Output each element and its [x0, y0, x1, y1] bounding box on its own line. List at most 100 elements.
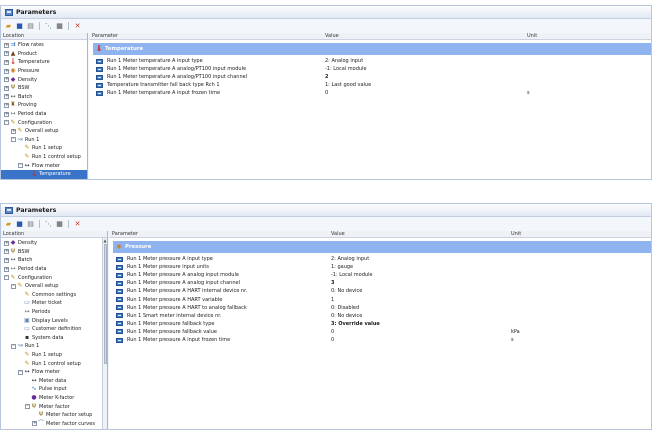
tree-item[interactable]: ▪ System data — [1, 334, 107, 343]
parameter-value[interactable]: 3: Override value — [331, 321, 380, 327]
table-row[interactable]: Run 1 Meter pressure A HART internal dev… — [109, 287, 651, 295]
tree-item[interactable]: + ◆ Density — [1, 75, 87, 84]
table-row[interactable]: Run 1 Meter pressure fallback value 0 kPa — [109, 328, 651, 336]
tree-item[interactable]: + ⇉ Flow rates — [1, 41, 87, 50]
parameter-value[interactable]: 0: Disabled — [331, 305, 359, 311]
expand-icon[interactable]: + — [4, 257, 9, 263]
tree-item[interactable]: – ↔ Flow meter — [1, 161, 87, 170]
tree-item[interactable]: Ψ Meter factor setup — [1, 411, 107, 420]
tree-item[interactable]: + ◉ Pressure — [1, 67, 87, 76]
parameter-value[interactable]: 1: gauge — [331, 264, 353, 270]
tree-item[interactable]: – ✎ Overall setup — [1, 282, 107, 291]
tree-scrollbar[interactable]: ▲ — [102, 238, 107, 429]
collapse-icon[interactable]: – — [18, 163, 23, 169]
tree-item[interactable]: ∿ Pulse input — [1, 385, 107, 394]
table-row[interactable]: Run 1 Smart meter internal device nr. 0: … — [109, 312, 651, 320]
column-header-value[interactable]: Value — [325, 33, 339, 40]
expand-icon[interactable]: + — [4, 68, 9, 74]
parameter-value[interactable]: 0 — [325, 90, 328, 96]
expand-icon[interactable]: + — [4, 77, 9, 83]
tree-item[interactable]: ✎ Run 1 control setup — [1, 153, 87, 162]
table-row[interactable]: Run 1 Meter temperature A input frozen t… — [89, 89, 651, 97]
tree-item[interactable]: ▭ Meter ticket — [1, 299, 107, 308]
expand-icon[interactable]: + — [4, 42, 9, 48]
tree-item[interactable]: ↔ Meter data — [1, 377, 107, 386]
collapse-icon[interactable]: – — [18, 369, 23, 375]
table-row[interactable]: Run 1 Meter pressure A input frozen time… — [109, 336, 651, 344]
tree-item[interactable]: ● Meter K-factor — [1, 394, 107, 403]
tree-item[interactable]: 🌡 Temperature — [1, 170, 87, 179]
tree-item[interactable]: ✎ Run 1 control setup — [1, 359, 107, 368]
table-row[interactable]: Run 1 Meter pressure A analog input modu… — [109, 271, 651, 279]
table-row[interactable]: Run 1 Meter pressure A HART to analog fa… — [109, 304, 651, 312]
collapse-icon[interactable]: – — [25, 404, 30, 410]
parameter-value[interactable]: 0 — [331, 337, 334, 343]
column-header-unit[interactable]: Unit — [527, 33, 537, 40]
delete-icon[interactable]: ✕ — [73, 220, 82, 229]
tree-item[interactable]: ✎ Run 1 setup — [1, 351, 107, 360]
grid-icon[interactable]: ▦ — [55, 220, 64, 229]
tree-item[interactable]: ▣ Display Levels — [1, 316, 107, 325]
parameter-value[interactable]: 2: Analog input — [325, 58, 363, 64]
table-row[interactable]: Run 1 Meter temperature A analog/PT100 i… — [89, 73, 651, 81]
tree-item[interactable]: ✎ Run 1 setup — [1, 144, 87, 153]
section-header-pressure[interactable]: ◉ Pressure — [113, 241, 651, 253]
tree-item[interactable]: – ✎ Configuration — [1, 118, 87, 127]
tree-icon[interactable]: ⋱ — [44, 220, 53, 229]
table-row[interactable]: Run 1 Meter pressure input units 1: gauge — [109, 263, 651, 271]
parameter-value[interactable]: -1: Local module — [331, 272, 373, 278]
scroll-up-icon[interactable]: ▲ — [103, 238, 107, 243]
tree-item[interactable]: + Ψ BSW — [1, 248, 107, 257]
save-icon[interactable]: ■ — [15, 220, 24, 229]
parameter-value[interactable]: 2 — [325, 74, 328, 80]
parameter-value[interactable]: 1 — [331, 297, 334, 303]
expand-icon[interactable]: + — [4, 111, 9, 117]
expand-icon[interactable]: + — [11, 128, 16, 134]
expand-icon[interactable]: + — [4, 240, 9, 246]
tree-item[interactable]: + ↔ Batch — [1, 256, 107, 265]
table-row[interactable]: Run 1 Meter pressure A HART variable 1 — [109, 296, 651, 304]
column-header-unit[interactable]: Unit — [511, 231, 521, 238]
window-title-bar[interactable]: Parameters — [1, 204, 651, 217]
tree-item[interactable]: + ↔ Batch — [1, 93, 87, 102]
tree-item[interactable]: ✎ Common settings — [1, 291, 107, 300]
parameter-value[interactable]: -1: Local module — [325, 66, 367, 72]
column-header-parameter[interactable]: Parameter — [92, 33, 118, 40]
table-row[interactable]: Run 1 Meter pressure A analog input chan… — [109, 279, 651, 287]
print-icon[interactable]: ▤ — [26, 22, 35, 31]
save-icon[interactable]: ■ — [15, 22, 24, 31]
expand-icon[interactable]: + — [32, 421, 37, 427]
expand-icon[interactable]: + — [4, 249, 9, 255]
tree-item[interactable]: ▭ Customer definition — [1, 325, 107, 334]
tree-item[interactable]: – ↝ Run 1 — [1, 136, 87, 145]
tree-item[interactable]: + ↦ Period data — [1, 110, 87, 119]
tree-item[interactable]: + 🌡 Temperature — [1, 58, 87, 67]
expand-icon[interactable]: + — [4, 85, 9, 91]
column-header-parameter[interactable]: Parameter — [112, 231, 138, 238]
tree-item[interactable]: + ◆ Density — [1, 239, 107, 248]
tree-item[interactable]: – ↔ Flow meter — [1, 368, 107, 377]
parameter-value[interactable]: 0: No device — [331, 288, 362, 294]
tree-item[interactable]: + ⌒ Meter factor curves — [1, 420, 107, 429]
tree-item[interactable]: – ↝ Run 1 — [1, 342, 107, 351]
window-title-bar[interactable]: Parameters — [1, 6, 651, 19]
tree-item[interactable]: – ✎ Configuration — [1, 273, 107, 282]
expand-icon[interactable]: + — [4, 102, 9, 108]
tree-item[interactable]: + Ψ BSW — [1, 84, 87, 93]
tree-icon[interactable]: ⋱ — [44, 22, 53, 31]
parameter-value[interactable]: 2: Analog input — [331, 256, 369, 262]
tree-item[interactable]: + ↦ Period data — [1, 265, 107, 274]
delete-icon[interactable]: ✕ — [73, 22, 82, 31]
column-header-value[interactable]: Value — [331, 231, 345, 238]
tree-item[interactable]: + ✎ Overall setup — [1, 127, 87, 136]
collapse-icon[interactable]: – — [4, 275, 9, 281]
collapse-icon[interactable]: – — [11, 137, 16, 143]
tree-item[interactable]: – Ψ Meter factor — [1, 402, 107, 411]
grid-icon[interactable]: ▦ — [55, 22, 64, 31]
parameter-value[interactable]: 0: No device — [331, 313, 362, 319]
table-row[interactable]: Run 1 Meter pressure fallback type 3: Ove… — [109, 320, 651, 328]
tree-item[interactable]: + ▲ Product — [1, 50, 87, 59]
tree-item[interactable]: ↦ Periods — [1, 308, 107, 317]
parameter-value[interactable]: 1: Last good value — [325, 82, 371, 88]
expand-icon[interactable]: + — [4, 94, 9, 100]
